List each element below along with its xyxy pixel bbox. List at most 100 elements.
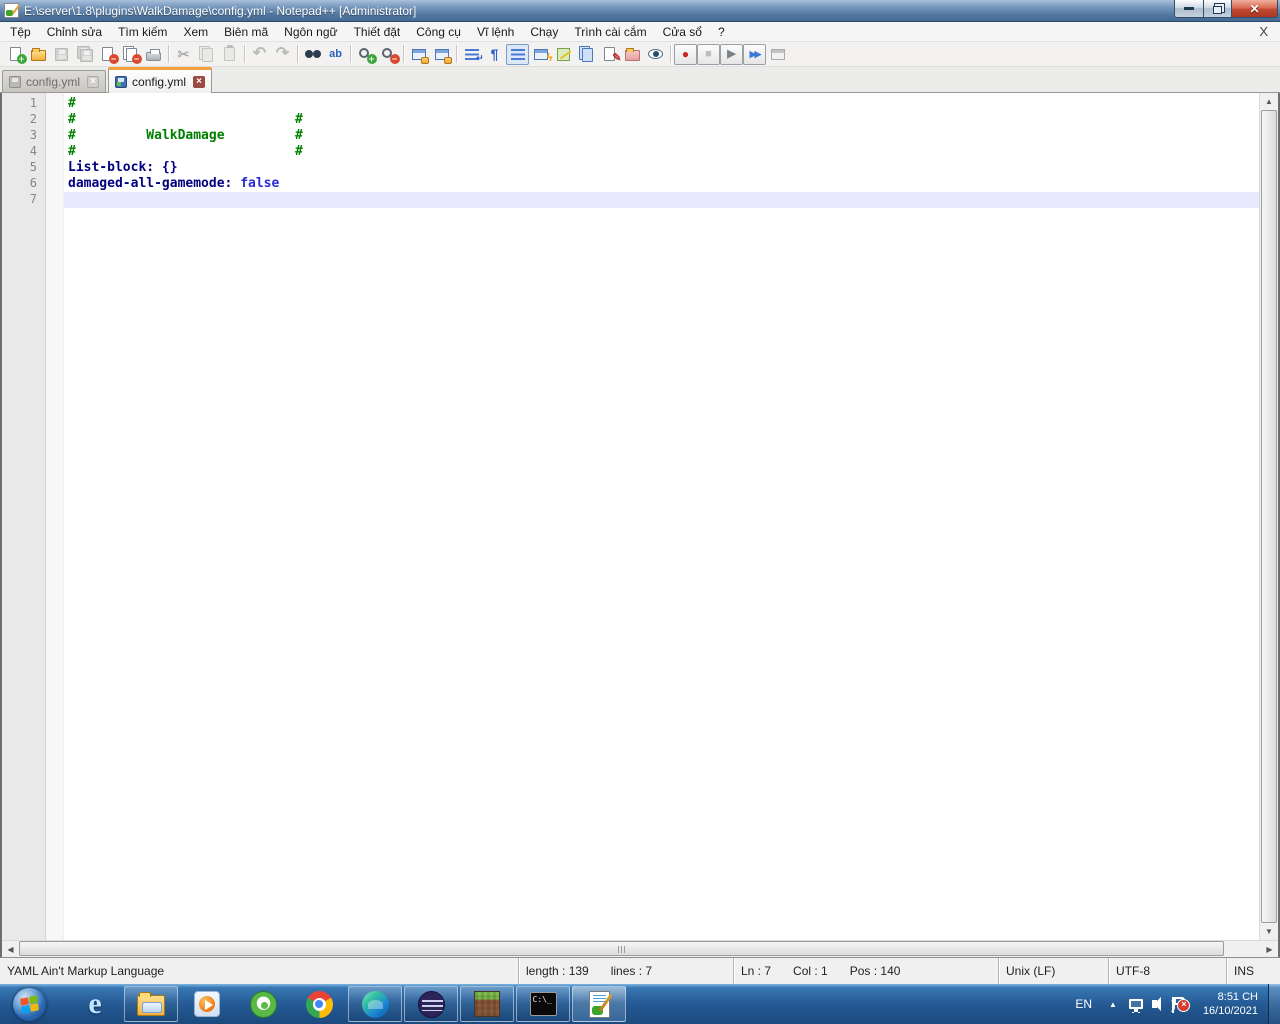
folder-as-workspace-button[interactable]: [621, 44, 644, 65]
save-all-button[interactable]: [73, 44, 96, 65]
tab-config-yml-1[interactable]: config.yml ×: [2, 70, 107, 92]
tab-label: config.yml: [132, 74, 187, 89]
tab-label: config.yml: [26, 74, 81, 89]
minimize-button[interactable]: [1174, 0, 1204, 18]
show-all-characters-button[interactable]: ¶: [483, 44, 506, 65]
open-file-button[interactable]: [27, 44, 50, 65]
cut-button[interactable]: ✂: [172, 44, 195, 65]
taskbar-eclipse-button[interactable]: [404, 986, 458, 1022]
zoom-in-button[interactable]: +: [354, 44, 377, 65]
show-desktop-button[interactable]: [1268, 984, 1280, 1024]
copy-button[interactable]: [195, 44, 218, 65]
macro-play-button[interactable]: ▶: [720, 43, 743, 65]
menu-item-bien-ma[interactable]: Biên mã: [216, 23, 276, 41]
show-hidden-icons-button[interactable]: ▲: [1101, 1000, 1125, 1009]
code-line[interactable]: # #: [64, 144, 1259, 160]
paste-button[interactable]: [218, 44, 241, 65]
taskbar-windows-explorer-button[interactable]: [124, 986, 178, 1022]
menu-item-help[interactable]: ?: [710, 23, 733, 41]
taskbar-coc-coc-button[interactable]: [236, 986, 290, 1022]
language-indicator[interactable]: EN: [1066, 997, 1101, 1011]
macro-record-button[interactable]: ●: [674, 43, 697, 65]
word-wrap-button[interactable]: ↵: [460, 44, 484, 65]
menu-item-xem[interactable]: Xem: [175, 23, 216, 41]
horizontal-scrollbar[interactable]: ◀ ▶: [2, 940, 1278, 957]
taskbar-command-prompt-button[interactable]: C:\_: [516, 986, 570, 1022]
close-button[interactable]: ✕: [1232, 0, 1278, 18]
code-line[interactable]: List-block: {}: [64, 160, 1259, 176]
editor-pane[interactable]: 1234567 # # # # WalkDamage # # # List-block:…: [0, 93, 1280, 957]
menu-item-cua-so[interactable]: Cửa sổ: [655, 23, 710, 41]
replace-icon: ab: [329, 47, 342, 60]
menu-item-cong-cu[interactable]: Công cụ: [408, 23, 469, 41]
print-icon: [145, 46, 163, 62]
windows-start-icon: [12, 987, 46, 1021]
undo-icon: ↶: [252, 45, 267, 62]
close-button[interactable]: −: [96, 44, 119, 65]
menu-item-vi-lenh[interactable]: Vĩ lệnh: [469, 23, 522, 41]
clock[interactable]: 8:51 CH 16/10/2021: [1191, 990, 1268, 1018]
menu-item-chay[interactable]: Chạy: [522, 23, 566, 41]
edit-marker-button[interactable]: ✎: [598, 44, 622, 65]
line-number: 2: [29, 112, 37, 126]
taskbar-start-button[interactable]: [4, 986, 54, 1022]
macro-save-button[interactable]: [766, 44, 789, 65]
code-line[interactable]: # #: [64, 112, 1259, 128]
undo-button[interactable]: ↶: [248, 44, 271, 65]
sync-horizontal-scrolling-button[interactable]: [430, 44, 453, 65]
save-button[interactable]: [50, 44, 73, 65]
new-file-button[interactable]: +: [4, 44, 27, 65]
text-area[interactable]: # # # # WalkDamage # # # List-block: {} damag…: [64, 93, 1259, 940]
toolbar-separator: [456, 45, 457, 63]
macro-run-multiple-button[interactable]: ▶▶: [743, 43, 766, 65]
redo-button[interactable]: ↷: [271, 44, 294, 65]
tab-config-yml-2[interactable]: config.yml ×: [108, 67, 213, 93]
taskbar-chrome-button[interactable]: [292, 986, 346, 1022]
taskbar-notepad-plus-plus-button[interactable]: [572, 986, 626, 1022]
document-map-button[interactable]: [552, 44, 575, 65]
print-button[interactable]: [142, 44, 165, 65]
scroll-left-arrow[interactable]: ◀: [2, 941, 19, 957]
windows-media-player-icon: [194, 991, 220, 1017]
menu-item-tim-kiem[interactable]: Tìm kiếm: [110, 23, 175, 41]
monitoring-button[interactable]: [644, 44, 667, 65]
code-line[interactable]: # WalkDamage #: [64, 128, 1259, 144]
close-all-button[interactable]: −: [119, 44, 142, 65]
tab-close-button[interactable]: ×: [87, 75, 100, 88]
menu-item-tep[interactable]: Tệp: [2, 23, 39, 41]
close-document-button[interactable]: X: [1255, 23, 1272, 40]
macro-stop-button[interactable]: ■: [697, 43, 720, 65]
scroll-up-arrow[interactable]: ▲: [1260, 93, 1278, 110]
taskbar-minecraft-button[interactable]: [460, 986, 514, 1022]
vertical-scroll-thumb[interactable]: [1261, 110, 1277, 923]
taskbar-internet-explorer-button[interactable]: e: [68, 986, 122, 1022]
horizontal-scroll-thumb[interactable]: [19, 941, 1224, 956]
taskbar-windows-media-player-button[interactable]: [180, 986, 234, 1022]
show-indent-guide-button[interactable]: [506, 43, 529, 65]
menu-item-trinh-cai-cam[interactable]: Trình cài cắm: [566, 23, 654, 41]
volume-icon[interactable]: [1147, 984, 1176, 1024]
network-icon[interactable]: [1125, 984, 1147, 1024]
find-button[interactable]: [301, 44, 324, 65]
code-line[interactable]: #: [64, 96, 1259, 112]
tab-close-button[interactable]: ×: [193, 75, 206, 88]
code-line[interactable]: damaged-all-gamemode: false: [64, 176, 1259, 192]
line-number: 5: [29, 160, 37, 174]
sync-vertical-scrolling-button[interactable]: [407, 44, 430, 65]
taskbar-edge-button[interactable]: [348, 986, 402, 1022]
action-center-flag-icon[interactable]: [1169, 984, 1191, 1024]
zoom-out-button[interactable]: −: [377, 44, 400, 65]
function-list-button[interactable]: ϟ: [529, 44, 553, 65]
restore-button[interactable]: [1204, 0, 1232, 18]
scroll-down-arrow[interactable]: ▼: [1260, 923, 1278, 940]
document-list-button[interactable]: [575, 44, 598, 65]
menu-item-chinh-sua[interactable]: Chỉnh sửa: [39, 23, 110, 41]
menu-item-thiet-dat[interactable]: Thiết đặt: [346, 23, 409, 41]
code-line[interactable]: [64, 192, 1259, 208]
replace-button[interactable]: ab: [324, 44, 347, 65]
vertical-scrollbar[interactable]: ▲ ▼: [1259, 93, 1278, 940]
status-bar: YAML Ain't Markup Language length : 139 l…: [0, 957, 1280, 984]
command-prompt-icon: C:\_: [529, 992, 557, 1016]
menu-item-ngon-ngu[interactable]: Ngôn ngữ: [276, 23, 345, 41]
scroll-right-arrow[interactable]: ▶: [1261, 941, 1278, 957]
